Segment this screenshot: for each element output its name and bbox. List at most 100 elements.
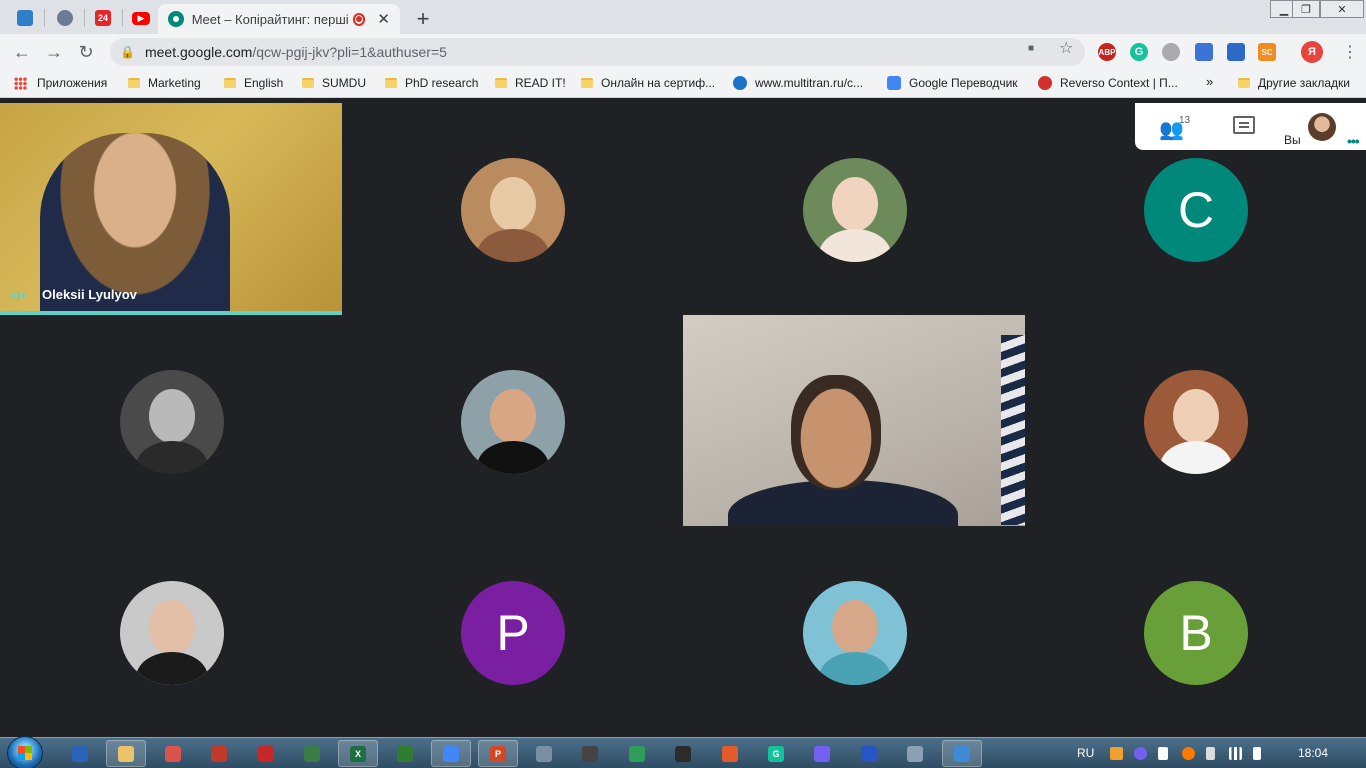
sc-icon[interactable]: SC	[1258, 43, 1276, 61]
taskbar-app-download[interactable]	[246, 740, 286, 767]
meet-top-panel: 👥 13 Вы •••	[1135, 103, 1366, 150]
participant-avatar[interactable]	[120, 581, 224, 685]
bookmark-label: Онлайн на сертиф...	[601, 76, 716, 90]
taskbar-app-edit-app[interactable]	[570, 740, 610, 767]
recording-icon	[352, 12, 366, 26]
participant-avatar-letter[interactable]: C	[1144, 158, 1248, 262]
participant-avatar-letter[interactable]: P	[461, 581, 565, 685]
more-options-icon[interactable]: •••	[1347, 133, 1360, 149]
close-tab-button[interactable]: ✕	[377, 10, 390, 28]
bookmark-label: Google Переводчик	[909, 76, 1018, 90]
new-tab-button[interactable]: +	[410, 6, 436, 32]
self-avatar[interactable]	[1308, 113, 1336, 141]
bookmark-folder-english[interactable]: English	[224, 76, 283, 90]
taskbar-app-palette[interactable]	[524, 740, 564, 767]
grammarly-icon[interactable]: G	[1130, 43, 1148, 61]
pinned-tab-3[interactable]: 24	[84, 4, 122, 32]
palette-icon	[536, 745, 552, 762]
windows-taskbar: X P G RU 18:04	[0, 736, 1366, 768]
clock[interactable]: 18:04	[1298, 746, 1328, 760]
url-text: meet.google.com/qcw-pgij-jkv?pli=1&authu…	[145, 44, 447, 60]
taskbar-app-grammarly-app[interactable]: G	[756, 740, 796, 767]
bookmark-folder-sumdu[interactable]: SUMDU	[302, 76, 366, 90]
tray-viber-icon[interactable]	[1134, 747, 1147, 760]
tab-separator	[44, 9, 45, 27]
participant-avatar[interactable]	[803, 158, 907, 262]
tray-flag-icon[interactable]	[1158, 747, 1168, 760]
tray-device-icon[interactable]	[1206, 747, 1215, 760]
participant-avatar[interactable]	[803, 581, 907, 685]
url-host: meet.google.com	[144, 44, 253, 60]
pinned-tab-4[interactable]: ▶	[122, 4, 160, 32]
close-window-button[interactable]: ✕	[1320, 0, 1364, 18]
excel-icon: X	[350, 745, 366, 762]
pinned-tab-1[interactable]	[6, 4, 44, 32]
bookmark-folder-phd[interactable]: PhD research	[385, 76, 478, 90]
tray-volume-icon[interactable]	[1253, 747, 1261, 760]
lock-icon[interactable]: 🔒	[120, 45, 135, 59]
taskbar-app-pen-app[interactable]	[710, 740, 750, 767]
taskbar-app-excel[interactable]: X	[338, 740, 378, 767]
taskbar-app-chrome[interactable]	[431, 740, 471, 767]
taskbar-app-tree[interactable]	[617, 740, 657, 767]
bookmark-google-translate[interactable]: Google Переводчик	[887, 76, 1018, 90]
tray-orange-icon[interactable]	[1110, 747, 1123, 760]
tray-network-icon[interactable]	[1229, 747, 1242, 760]
address-bar[interactable]: 🔒 meet.google.com/qcw-pgij-jkv?pli=1&aut…	[110, 38, 1085, 66]
taskbar-app-palette2[interactable]	[895, 740, 935, 767]
bookmark-apps[interactable]: Приложения	[14, 76, 107, 90]
reload-button[interactable]: ↻	[74, 40, 98, 64]
taskbar-app-monitor[interactable]	[292, 740, 332, 767]
taskbar-app-font-app[interactable]	[663, 740, 703, 767]
active-tab[interactable]: Meet – Копірайтинг: перші ✕	[158, 4, 400, 34]
camera-icon[interactable]: ■	[1028, 43, 1034, 54]
font-app-icon	[675, 745, 691, 762]
back-button[interactable]: ←	[10, 40, 34, 64]
pinned-tab-2[interactable]	[46, 4, 84, 32]
bookmarks-overflow-button[interactable]: »	[1206, 74, 1213, 89]
speaking-highlight	[0, 311, 342, 315]
paint-icon	[165, 745, 181, 762]
taskbar-app-image-viewer[interactable]	[942, 740, 982, 767]
menu-icon[interactable]: ⋮	[1338, 40, 1362, 64]
rainbow-icon[interactable]	[1162, 43, 1180, 61]
taskbar-app-save[interactable]	[60, 740, 100, 767]
taskbar-app-viber[interactable]	[802, 740, 842, 767]
participant-avatar-letter[interactable]: B	[1144, 581, 1248, 685]
bookmark-label: PhD research	[405, 76, 479, 90]
start-button[interactable]	[7, 736, 43, 768]
yandex-icon[interactable]: Я	[1301, 41, 1323, 63]
participant-avatar[interactable]	[1144, 370, 1248, 474]
taskbar-app-powerpoint[interactable]: P	[478, 740, 518, 767]
bookmark-reverso[interactable]: Reverso Context | П...	[1038, 76, 1178, 90]
language-indicator[interactable]: RU	[1077, 746, 1094, 760]
news24-icon: 24	[95, 10, 111, 26]
taskbar-app-book[interactable]	[199, 740, 239, 767]
download-icon	[258, 745, 274, 762]
cap-icon[interactable]	[1227, 43, 1245, 61]
bookmark-folder-marketing[interactable]: Marketing	[128, 76, 201, 90]
tab-title: Meet – Копірайтинг: перші	[191, 11, 349, 27]
forward-button[interactable]: →	[42, 40, 66, 64]
chat-icon[interactable]	[1233, 116, 1255, 134]
taskbar-app-folder[interactable]	[106, 740, 146, 767]
bookmark-folder-read-it[interactable]: READ IT!	[495, 76, 566, 90]
bookmark-folder-online[interactable]: Онлайн на сертиф...	[581, 76, 715, 90]
bookmark-multitran[interactable]: www.multitran.ru/c...	[733, 76, 863, 90]
taskbar-app-feather[interactable]	[849, 740, 889, 767]
maximize-button[interactable]: ❐	[1292, 0, 1320, 18]
taskbar-app-chart-app[interactable]	[385, 740, 425, 767]
participant-video-tile[interactable]	[683, 315, 1025, 526]
speaker-video-tile[interactable]: Oleksii Lyulyov	[0, 103, 342, 315]
youtube-icon: ▶	[132, 11, 150, 25]
participant-avatar[interactable]	[461, 158, 565, 262]
taskbar-app-paint[interactable]	[153, 740, 193, 767]
tree-icon	[629, 745, 645, 762]
bookmark-star-icon[interactable]: ☆	[1059, 38, 1073, 58]
bookmark-other[interactable]: Другие закладки	[1238, 76, 1350, 90]
adblock-icon[interactable]: ABP	[1098, 43, 1116, 61]
tray-avast-icon[interactable]	[1182, 747, 1195, 760]
screenshot-icon[interactable]	[1195, 43, 1213, 61]
participant-avatar[interactable]	[461, 370, 565, 474]
participant-avatar[interactable]	[120, 370, 224, 474]
